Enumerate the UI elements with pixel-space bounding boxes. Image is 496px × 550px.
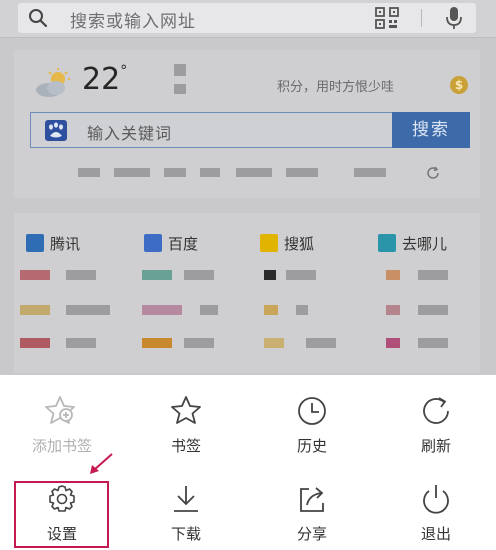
baidu-paw-icon [45, 120, 67, 141]
sohu-logo-icon [260, 234, 278, 252]
annotation-arrow [90, 453, 113, 474]
site-sohu[interactable]: 搜狐 [260, 233, 314, 253]
search-placeholder: 搜索或输入网址 [70, 12, 196, 32]
blurred-text [236, 168, 272, 177]
microphone-icon[interactable] [445, 6, 463, 30]
settings-highlight-box [14, 481, 109, 548]
blurred-text [200, 168, 220, 177]
baidu-search-bar[interactable]: 输入关键词 搜索 [30, 112, 470, 148]
bookmarks-label: 书签 [170, 437, 201, 455]
download-label: 下载 [170, 525, 201, 543]
history-button[interactable]: 历史 [264, 395, 360, 475]
blurred-text [78, 168, 100, 177]
site-qunar[interactable]: 去哪儿 [378, 233, 447, 253]
partly-cloudy-icon [36, 68, 70, 97]
keyword-input-placeholder: 输入关键词 [87, 124, 173, 143]
qunar-logo-icon [378, 234, 396, 252]
star-icon [171, 396, 201, 424]
blurred-text [174, 84, 186, 94]
quick-sites-card: 腾讯 百度 搜狐 去哪儿 [14, 213, 480, 373]
share-label: 分享 [296, 525, 327, 543]
download-button[interactable]: 下载 [138, 483, 234, 550]
address-search-field[interactable]: 搜索或输入网址 [18, 3, 476, 33]
star-add-icon [45, 396, 75, 424]
blurred-text [354, 168, 386, 177]
weather-search-card: 22° 积分，用时方恨少哇 $ 输入关键词 搜索 [14, 50, 480, 198]
download-icon [174, 486, 198, 512]
search-divider [421, 9, 422, 27]
top-bar: 搜索或输入网址 [0, 0, 496, 38]
qr-scan-icon[interactable] [375, 7, 399, 29]
refresh-icon [423, 397, 449, 424]
site-baidu[interactable]: 百度 [144, 233, 198, 253]
exit-label: 退出 [420, 525, 451, 543]
refresh-hotwords-icon[interactable] [426, 166, 440, 180]
exit-button[interactable]: 退出 [388, 483, 484, 550]
search-icon [29, 9, 48, 28]
temperature: 22° [82, 62, 128, 97]
blurred-text [114, 168, 150, 177]
blurred-text [164, 168, 186, 177]
blurred-text [286, 168, 318, 177]
tencent-logo-icon [26, 234, 44, 252]
share-button[interactable]: 分享 [264, 483, 360, 550]
baidu-logo-icon [144, 234, 162, 252]
site-tencent[interactable]: 腾讯 [26, 233, 80, 253]
bookmarks-button[interactable]: 书签 [138, 395, 234, 475]
share-icon [300, 487, 324, 512]
history-label: 历史 [296, 437, 327, 455]
coin-icon[interactable]: $ [450, 76, 468, 94]
points-text[interactable]: 积分，用时方恨少哇 [277, 76, 394, 95]
power-icon [423, 485, 449, 514]
baidu-search-button[interactable]: 搜索 [392, 112, 470, 148]
refresh-label: 刷新 [420, 437, 451, 455]
refresh-button[interactable]: 刷新 [388, 395, 484, 475]
clock-icon [298, 397, 326, 425]
blurred-text [174, 64, 186, 76]
